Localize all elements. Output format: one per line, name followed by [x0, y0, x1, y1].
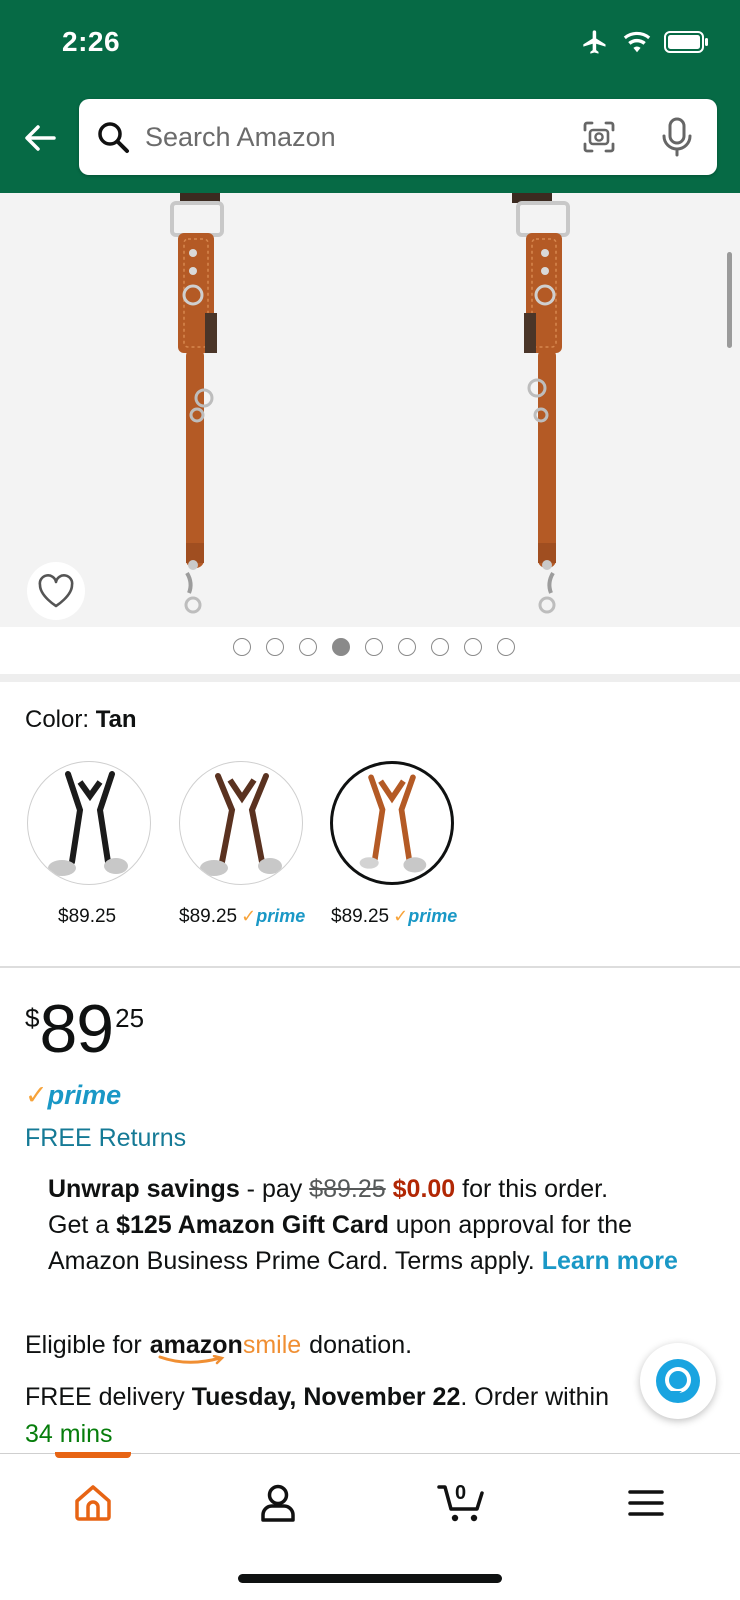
home-indicator — [238, 1574, 502, 1583]
brown-harness-thumbnail — [200, 773, 282, 876]
black-harness-thumbnail — [48, 771, 128, 876]
wishlist-button[interactable] — [27, 562, 85, 620]
microphone-icon — [662, 117, 692, 157]
carousel-dot[interactable] — [332, 638, 350, 656]
active-tab-indicator — [55, 1452, 131, 1458]
swatch-price-tan: $89.25 ✓prime — [331, 906, 458, 927]
back-button[interactable] — [20, 118, 60, 158]
cart-count: 0 — [455, 1482, 467, 1504]
carousel-dot[interactable] — [233, 638, 251, 656]
section-divider — [0, 966, 740, 968]
carousel-dot[interactable] — [398, 638, 416, 656]
swatch-price-brown: $89.25 ✓prime — [179, 906, 306, 927]
color-label: Color: Tan — [25, 706, 137, 733]
airplane-icon — [583, 30, 606, 54]
carousel-dot[interactable] — [464, 638, 482, 656]
home-icon — [75, 1485, 111, 1521]
nav-account[interactable] — [253, 1478, 303, 1528]
carousel-dots[interactable] — [0, 638, 740, 656]
wifi-icon — [623, 31, 651, 53]
product-price: $ 89 25 — [25, 991, 145, 1067]
prime-badge: ✓prime — [393, 906, 458, 926]
camera-scan-icon — [583, 121, 615, 153]
free-returns-link[interactable]: FREE Returns — [25, 1124, 186, 1153]
nav-cart[interactable]: 0 — [437, 1478, 487, 1528]
learn-more-link[interactable]: Learn more — [542, 1247, 678, 1275]
swatch-price-black: $89.25 — [58, 906, 117, 927]
carousel-dot[interactable] — [365, 638, 383, 656]
status-time: 2:26 — [62, 26, 121, 57]
prime-badge: ✓prime — [241, 906, 306, 926]
carousel-dot[interactable] — [299, 638, 317, 656]
swatch-tan[interactable] — [330, 761, 454, 885]
search-icon — [98, 122, 129, 153]
nav-menu[interactable] — [621, 1478, 671, 1528]
app-header: 2:26 — [0, 0, 740, 193]
selected-color: Tan — [95, 706, 137, 733]
back-arrow-icon — [25, 125, 56, 151]
hamburger-menu-icon — [628, 1490, 664, 1516]
carousel-dot[interactable] — [266, 638, 284, 656]
delivery-info: FREE delivery Tuesday, November 22. Orde… — [25, 1383, 610, 1411]
carousel-dot[interactable] — [431, 638, 449, 656]
tan-harness-thumbnail — [359, 774, 427, 873]
alexa-button[interactable] — [640, 1343, 716, 1419]
section-separator — [0, 674, 740, 682]
status-icons — [580, 28, 710, 56]
order-countdown: 34 mins — [25, 1420, 113, 1448]
carousel-dot[interactable] — [497, 638, 515, 656]
user-icon — [261, 1484, 295, 1522]
amazonsmile-logo: amazonsmile — [150, 1331, 301, 1365]
swatch-brown[interactable] — [179, 761, 303, 885]
product-image — [170, 193, 570, 614]
nav-home[interactable] — [68, 1478, 118, 1528]
voice-search-button[interactable] — [657, 115, 697, 159]
smile-eligibility: Eligible for amazonsmile donation. — [25, 1331, 412, 1365]
camera-search-button[interactable] — [579, 117, 619, 157]
battery-icon — [664, 31, 708, 53]
alexa-icon — [656, 1359, 700, 1403]
swatch-black[interactable] — [27, 761, 151, 885]
product-image-carousel[interactable] — [0, 193, 740, 627]
search-input[interactable] — [145, 115, 545, 159]
promo-message: Unwrap savings - pay $89.25 $0.00 for th… — [48, 1175, 678, 1275]
heart-icon — [38, 574, 74, 608]
search-bar[interactable] — [79, 99, 717, 175]
prime-logo: ✓prime — [25, 1080, 122, 1110]
page-scrollbar[interactable] — [727, 252, 732, 348]
